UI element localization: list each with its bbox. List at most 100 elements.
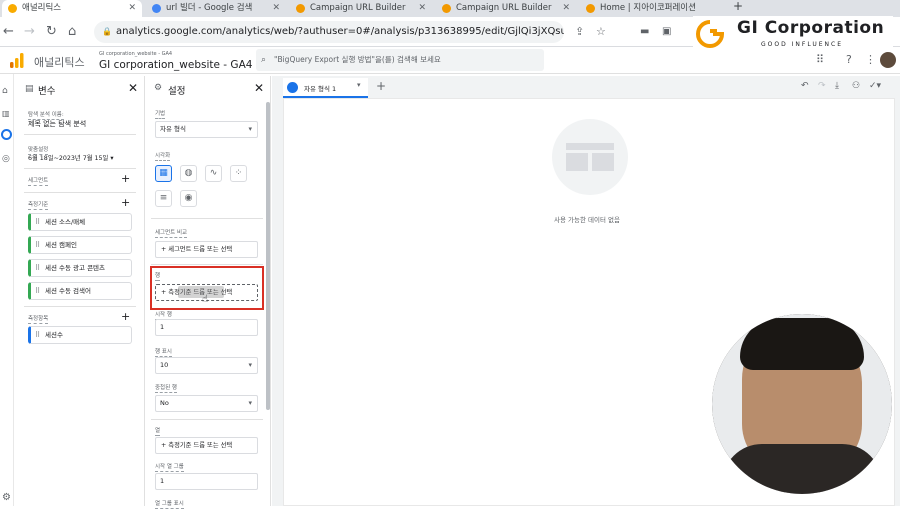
segment-compare-label: 세그먼트 비교 (155, 230, 188, 238)
columns-label: 열 (155, 428, 161, 436)
home-icon[interactable]: ⌂ (2, 86, 8, 96)
empty-table-icon (552, 119, 628, 195)
presenter-shirt (722, 444, 882, 494)
highlight-box (150, 266, 264, 310)
close-icon[interactable]: ✕ (128, 0, 136, 17)
close-icon[interactable]: ✕ (254, 81, 264, 95)
divider (151, 419, 263, 420)
close-icon[interactable]: ✕ (562, 0, 570, 17)
show-col-groups-label: 열 그룹 표시 (155, 501, 184, 509)
redo-icon[interactable]: ↷ (818, 81, 826, 91)
url-bar[interactable]: 🔒 analytics.google.com/analytics/web/?au… (94, 21, 564, 43)
share-user-icon[interactable]: ⚇ (852, 81, 860, 91)
drag-handle-icon[interactable]: ⠿ (35, 214, 40, 230)
avatar[interactable] (880, 52, 896, 68)
divider (151, 218, 263, 219)
drag-handle-icon[interactable]: ⠿ (35, 283, 40, 299)
dimension-chip[interactable]: ⠿ 세션 수동 검색어 (28, 282, 132, 300)
metric-chip[interactable]: ⠿ 세션수 (28, 326, 132, 344)
webcam-overlay (712, 314, 892, 494)
download-icon[interactable]: ⤓ (835, 81, 839, 91)
tab-home[interactable]: Home | 지아이코퍼레이션 (580, 0, 722, 17)
start-col-group-label: 시작 열 그룹 (155, 464, 184, 472)
date-range[interactable]: 6월 18일~2023년 7월 15일 ▾ (28, 153, 113, 162)
check-status-icon[interactable]: ✓▾ (869, 81, 881, 91)
gi-logo-icon (696, 20, 725, 48)
analytics-logo-icon (10, 53, 24, 68)
home-icon[interactable]: ⌂ (68, 24, 76, 40)
extension-icon[interactable]: ▣ (662, 24, 671, 40)
tab-campaign-builder-1[interactable]: Campaign URL Builder ✕ (290, 0, 432, 17)
chevron-down-icon[interactable]: ▾ (357, 81, 361, 89)
share-icon[interactable]: ⇪ (575, 24, 584, 40)
exploration-name[interactable]: 제목 없는 탐색 분석 (28, 119, 86, 129)
settings-title: 설정 (168, 86, 186, 97)
geo-map-viz-icon[interactable]: ◉ (180, 190, 197, 207)
columns-drop-target[interactable]: + 측정기준 드롭 또는 선택 (155, 437, 258, 454)
dimension-chip[interactable]: ⠿ 세션 수동 광고 콘텐츠 (28, 259, 132, 277)
tab-campaign-builder-2[interactable]: Campaign URL Builder ✕ (436, 0, 576, 17)
settings-gear-icon[interactable]: ⚙ (2, 492, 11, 503)
close-icon[interactable]: ✕ (272, 0, 280, 17)
show-rows-label: 행 표시 (155, 349, 172, 357)
account-breadcrumb[interactable]: GI corporation_website - GA4 (99, 51, 172, 57)
forward-icon[interactable]: → (24, 24, 35, 40)
line-viz-icon[interactable]: ∿ (205, 165, 222, 182)
more-vert-icon[interactable]: ⋮ (865, 53, 876, 66)
variables-title: 변수 (38, 86, 56, 97)
drag-handle-icon[interactable]: ⠿ (35, 327, 40, 343)
add-tab-button[interactable]: + (376, 79, 386, 93)
extension-icon[interactable]: ▬ (640, 24, 649, 40)
campaign-favicon-icon (442, 4, 451, 13)
chevron-down-icon: ▾ (248, 399, 252, 407)
property-selector[interactable]: GI corporation_website - GA4 (99, 59, 252, 71)
chevron-down-icon: ▾ (248, 125, 252, 133)
variables-panel: ▤ 변수 ✕ 탐색 분석 이름: 제목 없는 탐색 분석 맞춤설정 6월 18일… (14, 76, 145, 506)
bar-viz-icon[interactable]: ≡ (155, 190, 172, 207)
explore-icon[interactable] (1, 129, 12, 140)
help-icon[interactable]: ? (846, 53, 852, 66)
drag-handle-icon[interactable]: ⠿ (35, 260, 40, 276)
search-input[interactable]: ⌕ "BigQuery Export 실행 방법"을(를) 검색해 보세요 (256, 49, 544, 71)
nested-rows-select[interactable]: No ▾ (155, 395, 258, 412)
new-tab-button[interactable]: + (733, 0, 743, 13)
bookmark-star-icon[interactable]: ☆ (596, 24, 606, 40)
tab-google-search[interactable]: url 빌더 - Google 검색 ✕ (146, 0, 286, 17)
donut-viz-icon[interactable]: ◍ (180, 165, 197, 182)
start-col-group-input[interactable]: 1 (155, 473, 258, 490)
dimension-chip[interactable]: ⠿ 세션 캠페인 (28, 236, 132, 254)
undo-icon[interactable]: ↶ (801, 81, 809, 91)
add-dimension-button[interactable]: + (121, 196, 130, 209)
close-icon[interactable]: ✕ (128, 81, 138, 95)
start-row-input[interactable]: 1 (155, 319, 258, 336)
apps-grid-icon[interactable]: ⠿ (816, 53, 824, 66)
scatter-viz-icon[interactable]: ⁘ (230, 165, 247, 182)
drag-handle-icon[interactable]: ⠿ (35, 237, 40, 253)
search-icon: ⌕ (261, 55, 267, 65)
divider (24, 134, 136, 135)
advertising-icon[interactable]: ◎ (2, 154, 10, 164)
table-viz-icon[interactable]: ▦ (155, 165, 172, 182)
add-metric-button[interactable]: + (121, 310, 130, 323)
dimensions-label: 측정기준 (28, 202, 49, 210)
divider (24, 192, 136, 193)
variables-icon: ▤ (25, 84, 34, 94)
add-segment-button[interactable]: + (121, 172, 130, 185)
tab-analytics[interactable]: 애널리틱스 ✕ (2, 0, 142, 17)
scrollbar[interactable] (266, 102, 270, 410)
reload-icon[interactable]: ↻ (46, 24, 57, 40)
segments-label: 세그먼트 (28, 178, 49, 186)
settings-icon: ⚙ (154, 83, 163, 93)
dimension-chip[interactable]: ⠿ 세션 소스/매체 (28, 213, 132, 231)
technique-select[interactable]: 자유 형식 ▾ (155, 121, 258, 138)
chevron-down-icon: ▾ (248, 361, 252, 369)
close-icon[interactable]: ✕ (418, 0, 426, 17)
tab-freeform-1[interactable]: 자유 형식 1 ▾ (283, 78, 368, 98)
show-rows-select[interactable]: 10 ▾ (155, 357, 258, 374)
divider (24, 168, 136, 169)
metrics-label: 측정항목 (28, 316, 49, 324)
segment-drop-target[interactable]: + 세그먼트 드롭 또는 선택 (155, 241, 258, 258)
back-icon[interactable]: ← (3, 24, 14, 40)
reports-icon[interactable]: ▥ (2, 109, 10, 118)
divider (151, 264, 263, 265)
